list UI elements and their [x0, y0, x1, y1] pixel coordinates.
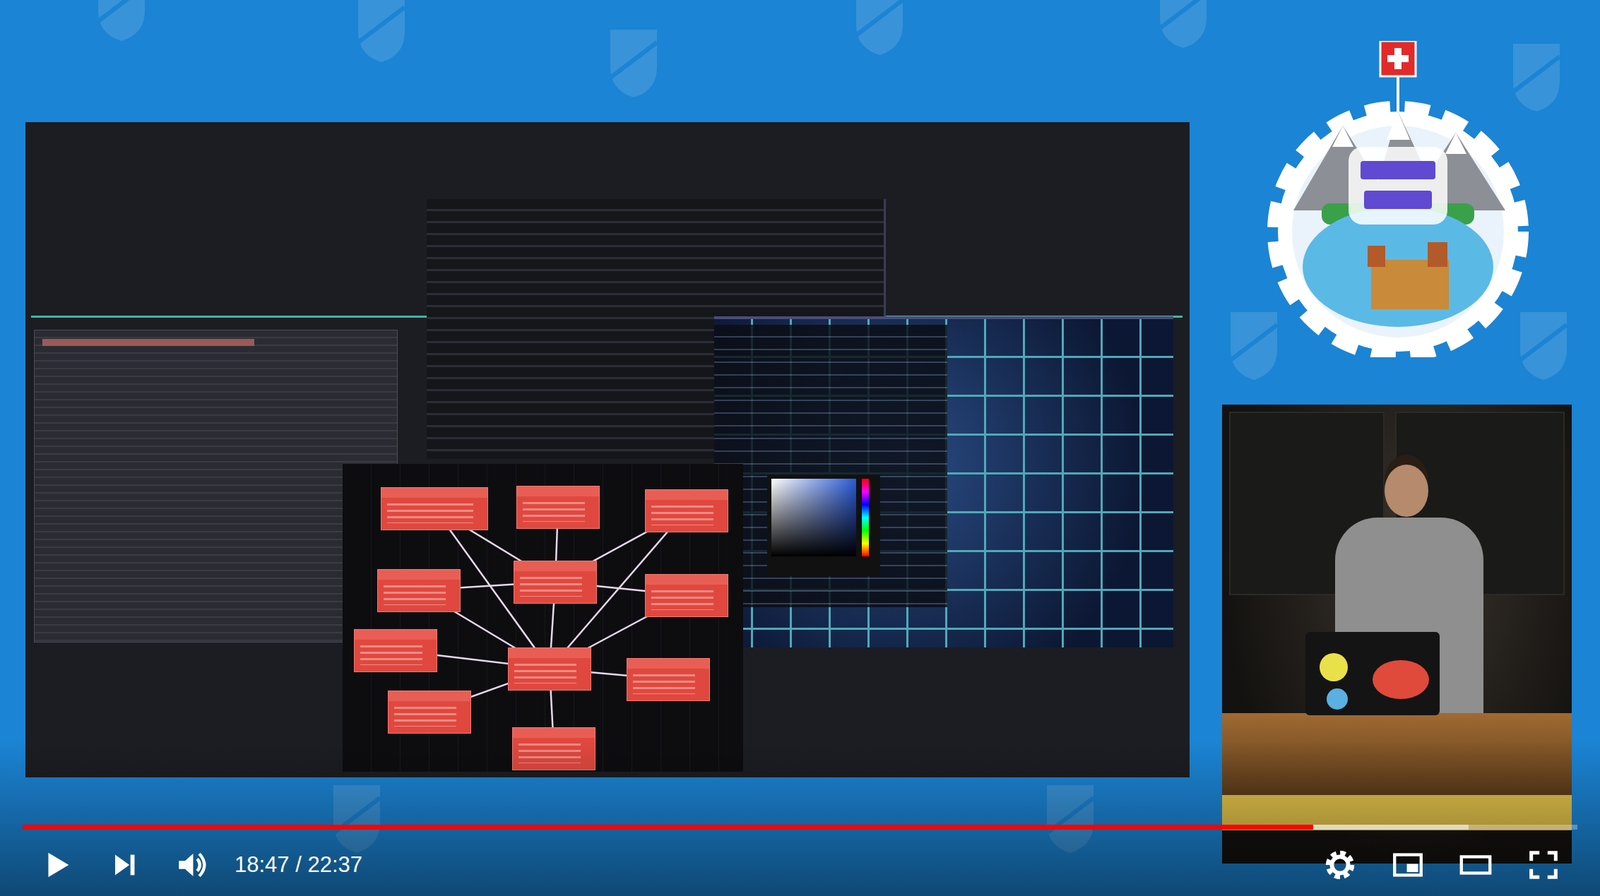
controls-row: 18:47 / 22:37 [22, 839, 1578, 891]
graph-node [380, 487, 489, 531]
graph-node [516, 486, 600, 530]
graph-node [387, 690, 472, 734]
shield-icon [1518, 310, 1569, 382]
color-picker [767, 474, 881, 577]
play-icon [38, 846, 75, 884]
laptop [1305, 632, 1440, 716]
right-controls [1306, 839, 1578, 891]
miniplayer-button[interactable] [1373, 839, 1442, 891]
sticker-icon [1319, 653, 1348, 682]
shield-icon [356, 0, 407, 64]
gear-icon [1321, 846, 1359, 884]
event-logo-icon [1265, 40, 1531, 358]
play-button[interactable] [22, 839, 91, 891]
hue-strip [861, 478, 869, 557]
volume-icon [173, 846, 211, 884]
shield-icon [96, 0, 147, 43]
progress-track[interactable] [22, 825, 1578, 831]
color-square [771, 478, 857, 557]
shield-icon [854, 0, 905, 57]
fullscreen-button[interactable] [1509, 839, 1578, 891]
progress-fill [22, 825, 1314, 831]
shield-icon [1158, 0, 1208, 50]
next-icon [105, 846, 143, 884]
shield-icon [608, 28, 659, 99]
sticker-icon [1326, 688, 1348, 710]
miniplayer-icon [1389, 846, 1427, 884]
speaker-head [1384, 464, 1429, 518]
shield-icon [1511, 42, 1562, 114]
volume-button[interactable] [158, 839, 227, 891]
graph-node [626, 658, 710, 702]
graph-node [513, 560, 597, 604]
sticker-icon [1372, 660, 1430, 700]
graph-node [353, 629, 438, 673]
player-controls: 18:47 / 22:37 [0, 825, 1600, 896]
graph-node [377, 569, 461, 613]
next-button[interactable] [90, 839, 159, 891]
graph-node [644, 489, 729, 533]
graph-node [507, 647, 592, 691]
graph-node [644, 574, 729, 618]
time-display: 18:47 / 22:37 [226, 849, 371, 883]
theater-icon [1457, 846, 1495, 884]
theater-button[interactable] [1441, 839, 1510, 891]
fullscreen-icon [1525, 846, 1562, 884]
video-frame[interactable]: 18:47 / 22:37 [0, 0, 1600, 896]
shield-icon [1229, 310, 1279, 382]
debug-bar [42, 339, 255, 347]
settings-button[interactable] [1306, 839, 1374, 891]
